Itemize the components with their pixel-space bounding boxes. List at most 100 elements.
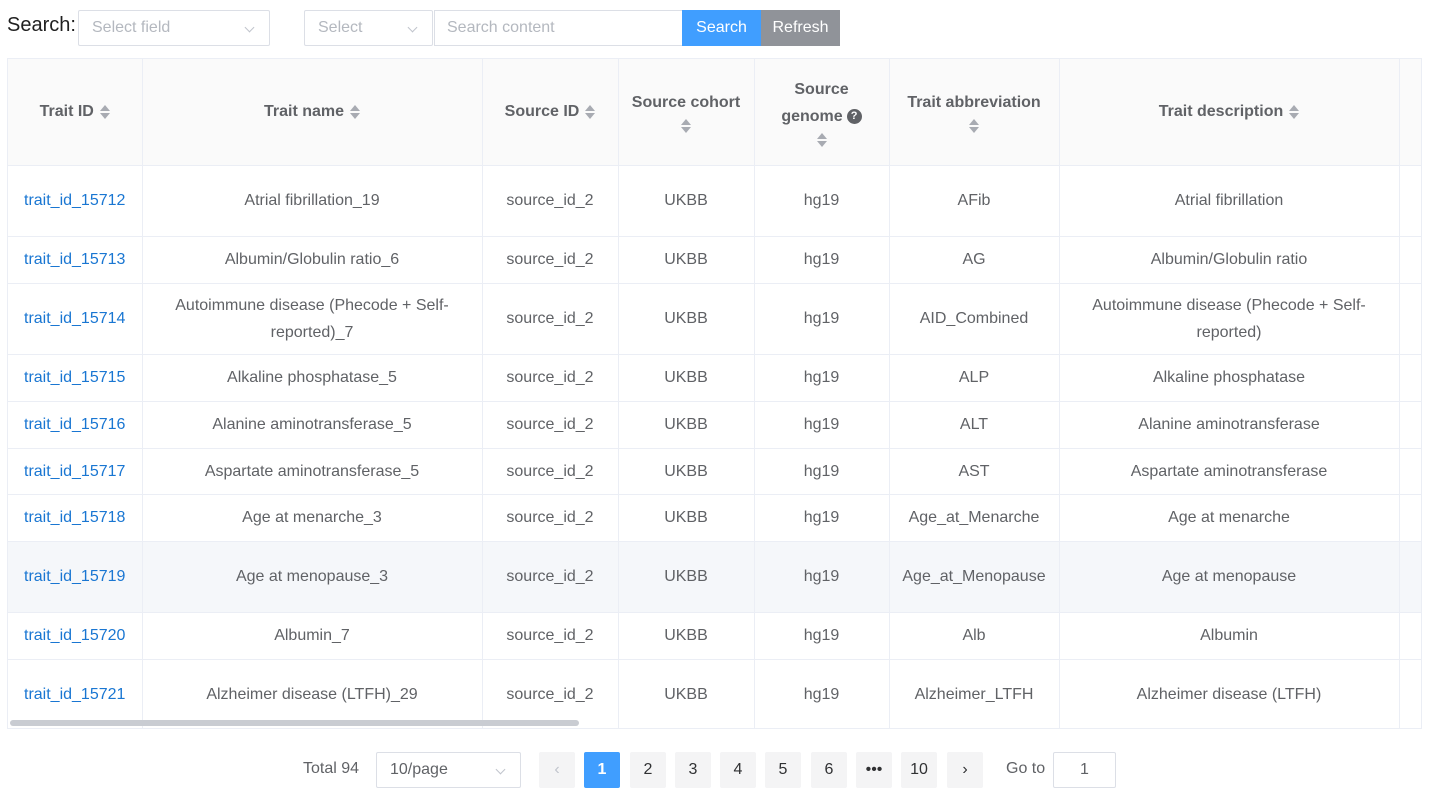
genome-cell: hg19 (754, 494, 890, 542)
operator-select-placeholder: Select (318, 19, 363, 36)
table-row[interactable]: trait_id_15714 Autoimmune disease (Phecod… (8, 283, 1421, 355)
help-icon[interactable]: ? (846, 109, 862, 125)
description-cell: Age at menarche (1059, 494, 1400, 542)
genome-cell: hg19 (754, 165, 890, 237)
page-button-6[interactable]: 6 (811, 752, 847, 788)
operator-select[interactable]: Select (304, 10, 433, 46)
table-row[interactable]: trait_id_15717 Aspartate aminotransferase… (8, 448, 1421, 495)
genome-cell: hg19 (754, 354, 890, 402)
goto-page-input[interactable]: 1 (1053, 752, 1116, 788)
description-cell: Alzheimer disease (LTFH) (1059, 659, 1400, 728)
column-label: Trait name (263, 103, 345, 121)
genome-cell: hg19 (754, 448, 890, 495)
column-label: Trait abbreviation (907, 94, 1041, 112)
column-header-trait-name[interactable]: Trait name (142, 59, 483, 166)
page-button-5[interactable]: 5 (765, 752, 801, 788)
table-row[interactable]: trait_id_15713 Albumin/Globulin ratio_6 so… (8, 236, 1421, 284)
trait-id-cell[interactable]: trait_id_15715 (8, 354, 143, 402)
field-select[interactable]: Select field (78, 10, 270, 46)
description-cell: Autoimmune disease (Phecode + Self-repor… (1059, 283, 1400, 355)
trait-id-cell[interactable]: trait_id_15714 (8, 283, 143, 355)
overflow-cell (1399, 659, 1421, 728)
trait-id-cell[interactable]: trait_id_15721 (8, 659, 143, 728)
sort-icon[interactable] (350, 104, 361, 120)
source-id-cell: source_id_2 (482, 401, 619, 449)
cohort-cell: UKBB (618, 354, 755, 402)
next-page-button[interactable]: › (947, 752, 983, 788)
page-button-4[interactable]: 4 (720, 752, 756, 788)
page-size-value: 10/page (390, 761, 448, 778)
table-row[interactable]: trait_id_15712 Atrial fibrillation_19 sour… (8, 165, 1421, 237)
trait-id-cell[interactable]: trait_id_15716 (8, 401, 143, 449)
table-row[interactable]: trait_id_15721 Alzheimer disease (LTFH)_2… (8, 659, 1421, 728)
sort-icon[interactable] (816, 132, 827, 148)
chevron-down-icon (495, 764, 506, 775)
column-label: Source (794, 80, 849, 98)
cohort-cell: UKBB (618, 283, 755, 355)
page-button-2[interactable]: 2 (630, 752, 666, 788)
cohort-cell: UKBB (618, 236, 755, 284)
source-id-cell: source_id_2 (482, 612, 619, 660)
search-label: Search: (7, 14, 76, 36)
trait-id-cell[interactable]: trait_id_15712 (8, 165, 143, 237)
sort-icon[interactable] (681, 118, 691, 134)
cohort-cell: UKBB (618, 541, 755, 613)
source-id-cell: source_id_2 (482, 494, 619, 542)
prev-page-button[interactable]: ‹ (539, 752, 575, 788)
description-cell: Atrial fibrillation (1059, 165, 1400, 237)
trait-name-cell: Albumin/Globulin ratio_6 (142, 236, 483, 284)
cohort-cell: UKBB (618, 401, 755, 449)
column-header-source-cohort[interactable]: Source cohort (618, 59, 755, 166)
trait-id-cell[interactable]: trait_id_15720 (8, 612, 143, 660)
page-button-10[interactable]: 10 (901, 752, 937, 788)
table-row[interactable]: trait_id_15716 Alanine aminotransferase_5… (8, 401, 1421, 449)
trait-name-cell: Alanine aminotransferase_5 (142, 401, 483, 449)
horizontal-scrollbar[interactable] (10, 720, 579, 726)
trait-name-cell: Atrial fibrillation_19 (142, 165, 483, 237)
search-button[interactable]: Search (682, 10, 761, 46)
sort-icon[interactable] (1289, 104, 1300, 120)
chevron-down-icon (407, 22, 418, 33)
column-header-source-genome[interactable]: Source genome? (754, 59, 890, 166)
sort-icon[interactable] (99, 104, 110, 120)
trait-id-cell[interactable]: trait_id_15717 (8, 448, 143, 495)
cohort-cell: UKBB (618, 448, 755, 495)
overflow-cell (1399, 165, 1421, 237)
page-button-3[interactable]: 3 (675, 752, 711, 788)
more-pages-button[interactable]: ••• (856, 752, 892, 788)
cohort-cell: UKBB (618, 659, 755, 728)
column-header-source-id[interactable]: Source ID (482, 59, 619, 166)
column-header-overflow (1399, 59, 1421, 166)
table-row[interactable]: trait_id_15718 Age at menarche_3 source_id… (8, 494, 1421, 542)
column-header-trait-id[interactable]: Trait ID (8, 59, 143, 166)
field-select-placeholder: Select field (92, 19, 171, 36)
goto-label: Go to (1006, 760, 1046, 777)
trait-name-cell: Autoimmune disease (Phecode + Self-repor… (142, 283, 483, 355)
trait-id-cell[interactable]: trait_id_15719 (8, 541, 143, 613)
sort-icon[interactable] (969, 118, 979, 134)
genome-cell: hg19 (754, 612, 890, 660)
table-row[interactable]: trait_id_15719 Age at menopause_3 source_i… (8, 541, 1421, 613)
abbreviation-cell: AST (889, 448, 1060, 495)
column-header-trait-abbreviation[interactable]: Trait abbreviation (889, 59, 1060, 166)
abbreviation-cell: ALP (889, 354, 1060, 402)
genome-cell: hg19 (754, 236, 890, 284)
traits-table[interactable]: Trait ID Trait name Source ID Source coh… (7, 58, 1422, 729)
overflow-cell (1399, 612, 1421, 660)
trait-id-cell[interactable]: trait_id_15713 (8, 236, 143, 284)
page-size-select[interactable]: 10/page (376, 752, 521, 788)
search-content-placeholder: Search content (447, 19, 555, 36)
column-header-trait-description[interactable]: Trait description (1059, 59, 1400, 166)
description-cell: Alanine aminotransferase (1059, 401, 1400, 449)
table-row[interactable]: trait_id_15720 Albumin_7 source_id_2 UKBB hg… (8, 612, 1421, 660)
sort-icon[interactable] (585, 104, 596, 120)
trait-id-cell[interactable]: trait_id_15718 (8, 494, 143, 542)
refresh-button[interactable]: Refresh (761, 10, 840, 46)
source-id-cell: source_id_2 (482, 236, 619, 284)
page-button-1[interactable]: 1 (584, 752, 620, 788)
overflow-cell (1399, 354, 1421, 402)
source-id-cell: source_id_2 (482, 541, 619, 613)
table-row[interactable]: trait_id_15715 Alkaline phosphatase_5 sour… (8, 354, 1421, 402)
search-content-input[interactable]: Search content (434, 10, 683, 46)
column-label: Trait ID (39, 103, 94, 121)
